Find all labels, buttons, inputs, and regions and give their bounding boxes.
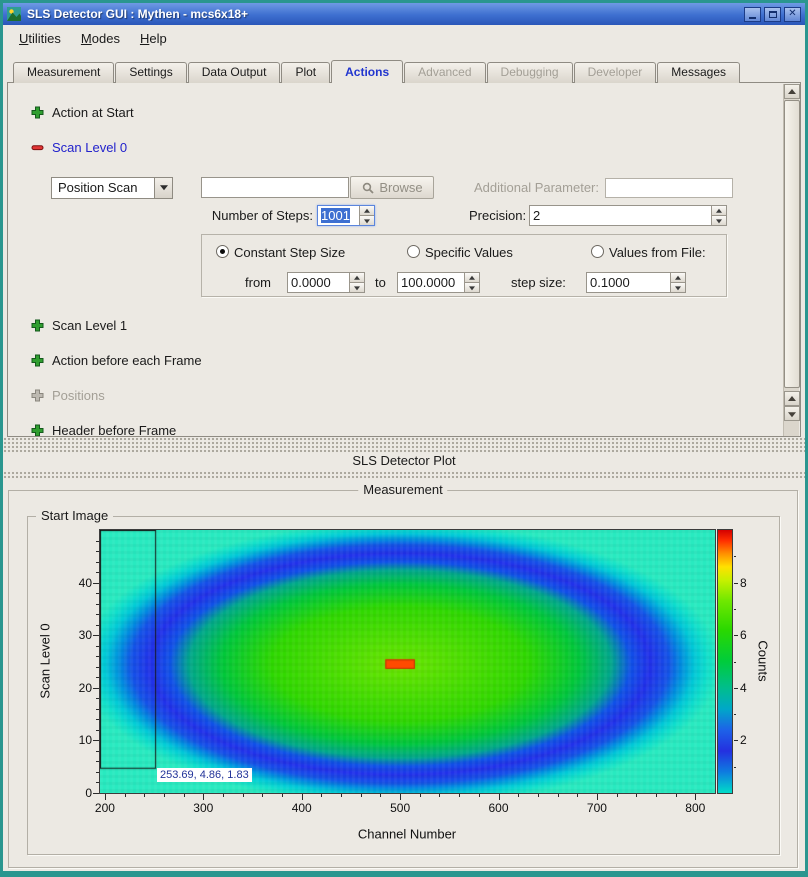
plot-dock-title: SLS Detector Plot: [340, 453, 467, 468]
close-icon: ✕: [788, 9, 796, 19]
minimize-icon: [749, 17, 756, 19]
constant-step-radio[interactable]: [216, 245, 229, 258]
specific-values-label[interactable]: Specific Values: [425, 245, 513, 260]
measurement-group-title: Measurement: [358, 482, 447, 497]
app-icon: [7, 7, 21, 21]
combo-dropdown-arrow-icon[interactable]: [154, 178, 172, 198]
expand-plus-icon[interactable]: [31, 319, 44, 332]
menu-modes[interactable]: Modes: [73, 27, 128, 50]
spin-down-icon[interactable]: [711, 216, 726, 225]
expand-plus-icon-disabled: [31, 389, 44, 402]
expand-plus-icon[interactable]: [31, 106, 44, 119]
from-label: from: [245, 275, 271, 290]
actions-panel: Action at Start Scan Level 0 Position Sc…: [7, 82, 801, 437]
menu-utilities[interactable]: Utilities: [11, 27, 69, 50]
action-at-start-label[interactable]: Action at Start: [52, 105, 134, 120]
additional-parameter-input[interactable]: [605, 178, 733, 198]
heatmap-canvas[interactable]: [100, 530, 715, 793]
collapse-minus-icon[interactable]: [31, 141, 44, 154]
close-button[interactable]: ✕: [784, 7, 801, 22]
maximize-icon: [769, 11, 777, 18]
vertical-scrollbar[interactable]: [783, 84, 799, 437]
from-value: 0.0000: [291, 275, 347, 290]
colorbar-gradient: [718, 530, 732, 793]
browse-magnifier-icon: [361, 181, 375, 195]
tab-debugging: Debugging: [487, 62, 573, 83]
window-title: SLS Detector GUI : Mythen - mcs6x18+: [27, 7, 741, 21]
tab-measurement[interactable]: Measurement: [13, 62, 114, 83]
spin-down-icon[interactable]: [349, 283, 364, 292]
to-value: 100.0000: [401, 275, 462, 290]
browse-button: Browse: [350, 176, 434, 199]
step-size-spinbox[interactable]: 0.1000: [586, 272, 686, 293]
precision-value: 2: [533, 208, 709, 223]
browse-button-label: Browse: [379, 180, 422, 195]
step-options-groupbox: Constant Step Size Specific Values Value…: [201, 234, 727, 297]
plot-canvas-frame: [99, 529, 716, 794]
tab-data-output[interactable]: Data Output: [188, 62, 281, 83]
tab-advanced: Advanced: [404, 62, 485, 83]
spin-down-icon[interactable]: [359, 216, 374, 225]
number-of-steps-value: 1001: [321, 208, 350, 223]
step-size-value: 0.1000: [590, 275, 668, 290]
expand-plus-icon[interactable]: [31, 354, 44, 367]
tab-settings[interactable]: Settings: [115, 62, 186, 83]
plot-dock-titlebar[interactable]: SLS Detector Plot: [3, 453, 805, 471]
values-from-file-radio[interactable]: [591, 245, 604, 258]
to-label: to: [375, 275, 386, 290]
action-before-frame-label[interactable]: Action before each Frame: [52, 353, 202, 368]
maximize-button[interactable]: [764, 7, 781, 22]
colorbar-frame: [717, 529, 733, 794]
spin-up-icon[interactable]: [670, 273, 685, 283]
tab-messages[interactable]: Messages: [657, 62, 740, 83]
menubar: Utilities Modes Help: [3, 25, 805, 52]
spin-up-icon[interactable]: [464, 273, 479, 283]
scrollbar-thumb[interactable]: [784, 100, 800, 388]
tab-bar: Measurement Settings Data Output Plot Ac…: [13, 60, 741, 83]
tab-plot[interactable]: Plot: [281, 62, 330, 83]
header-before-frame-label[interactable]: Header before Frame: [52, 423, 176, 437]
to-spinbox[interactable]: 100.0000: [397, 272, 480, 293]
scroll-up-icon[interactable]: [784, 84, 800, 99]
scan-level-1-label[interactable]: Scan Level 1: [52, 318, 127, 333]
spin-up-icon[interactable]: [359, 206, 374, 216]
scan-script-input[interactable]: [201, 177, 349, 198]
precision-spinbox[interactable]: 2: [529, 205, 727, 226]
step-size-label: step size:: [511, 275, 566, 290]
menu-help[interactable]: Help: [132, 27, 175, 50]
from-spinbox[interactable]: 0.0000: [287, 272, 365, 293]
tab-developer: Developer: [574, 62, 657, 83]
number-of-steps-spinbox[interactable]: 1001: [317, 205, 375, 226]
app-window: SLS Detector GUI : Mythen - mcs6x18+ ✕ U…: [0, 0, 808, 877]
number-of-steps-label: Number of Steps:: [201, 208, 313, 223]
scan-mode-combobox[interactable]: Position Scan: [51, 177, 173, 199]
constant-step-label[interactable]: Constant Step Size: [234, 245, 345, 260]
splitter-handle[interactable]: [3, 437, 805, 453]
scroll-down-icon[interactable]: [784, 406, 800, 421]
tab-actions[interactable]: Actions: [331, 60, 403, 83]
splitter-handle[interactable]: [3, 471, 805, 479]
start-image-group-title: Start Image: [36, 508, 113, 523]
spin-up-icon[interactable]: [349, 273, 364, 283]
specific-values-radio[interactable]: [407, 245, 420, 258]
spin-up-icon[interactable]: [711, 206, 726, 216]
spin-down-icon[interactable]: [464, 283, 479, 292]
expand-plus-icon[interactable]: [31, 424, 44, 437]
scan-level-0-label[interactable]: Scan Level 0: [52, 140, 127, 155]
scroll-up-icon[interactable]: [784, 391, 800, 406]
additional-parameter-label: Additional Parameter:: [469, 180, 599, 195]
titlebar[interactable]: SLS Detector GUI : Mythen - mcs6x18+ ✕: [3, 3, 805, 25]
positions-label: Positions: [52, 388, 105, 403]
minimize-button[interactable]: [744, 7, 761, 22]
values-from-file-label[interactable]: Values from File:: [609, 245, 706, 260]
precision-label: Precision:: [469, 208, 526, 223]
spin-down-icon[interactable]: [670, 283, 685, 292]
